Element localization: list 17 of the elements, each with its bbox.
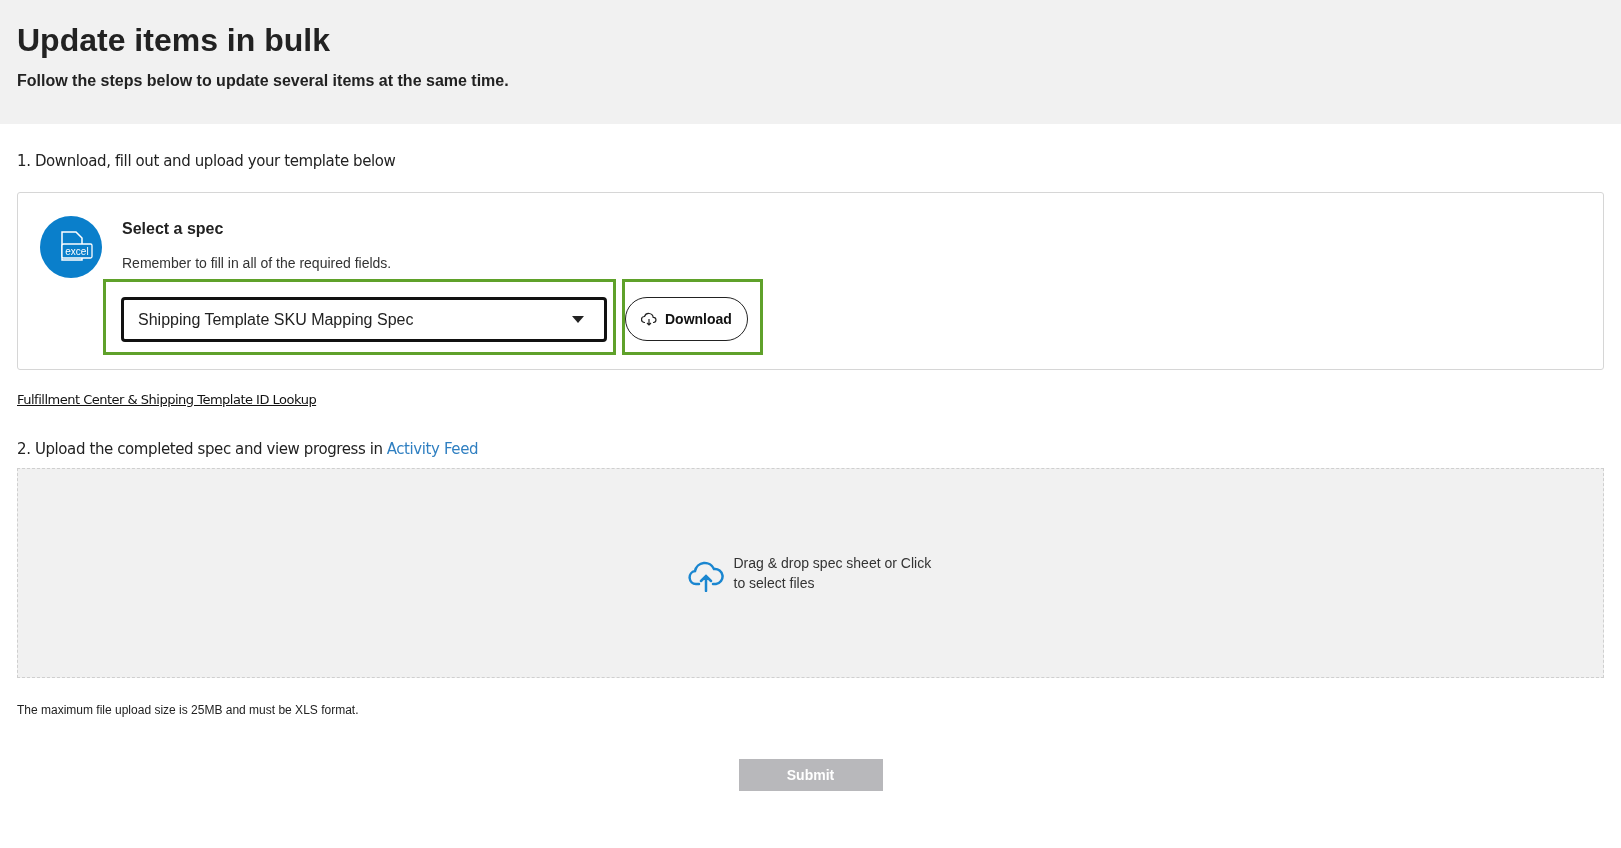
step-heading: 1. Download, fill out and upload your template below	[17, 152, 397, 170]
cloud-download-icon	[641, 312, 657, 326]
page-subtitle: Follow the steps below to update several items at the same time.	[17, 72, 510, 90]
drop-zone-text: Drag & drop spec sheet or Click to select files	[733, 554, 933, 593]
upload-size-note: The maximum file upload size is 25MB and must be XLS format.	[17, 703, 360, 717]
download-button[interactable]: Download	[625, 297, 748, 341]
page-title: Update items in bulk	[17, 21, 331, 60]
lookup-link[interactable]: Fulfillment Center & Shipping Template ID Lookup	[17, 392, 317, 407]
card-title: Select a spec	[122, 220, 225, 238]
step-heading: 2. Upload the completed spec and view progress in	[17, 440, 383, 458]
cloud-upload-icon	[687, 560, 724, 592]
icon-label: excel	[65, 245, 89, 257]
card-hint: Remember to fill in all of the required fields.	[122, 255, 393, 271]
file-drop-zone[interactable]: Drag & drop spec sheet or Click to select files	[17, 468, 1604, 678]
spec-select[interactable]: Shipping Template SKU Mapping Spec	[121, 297, 607, 342]
caret-icon	[572, 316, 584, 323]
activity-feed-link[interactable]: Activity Feed	[386, 440, 479, 458]
